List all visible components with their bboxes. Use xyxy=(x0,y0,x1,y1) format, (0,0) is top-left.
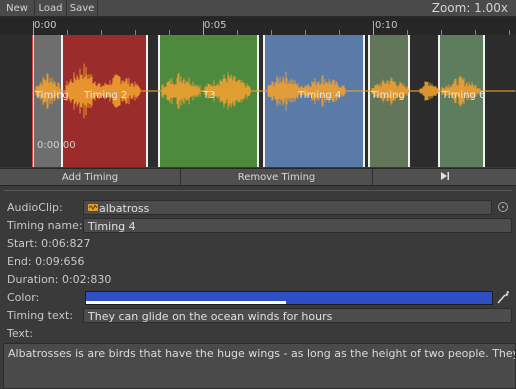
save-button[interactable]: Save xyxy=(67,0,98,17)
region-label: Timing xyxy=(35,90,69,101)
time-readout: 0:00:00 xyxy=(37,140,76,151)
audio-clip-value: albatross xyxy=(99,202,150,215)
tick-label: 0:00 xyxy=(34,20,57,31)
load-button[interactable]: Load xyxy=(35,0,67,17)
tick-label: 0:05 xyxy=(204,20,227,31)
tick-label: 0:10 xyxy=(375,20,398,31)
play-to-end-icon xyxy=(440,172,449,180)
ruler-tick xyxy=(33,21,34,35)
text-area[interactable]: Albatrosses is are birds that have the h… xyxy=(3,343,516,389)
add-timing-button[interactable]: Add Timing xyxy=(0,169,181,186)
ruler-tick xyxy=(203,21,204,35)
remove-timing-button[interactable]: Remove Timing xyxy=(181,169,373,186)
region-label: T3 xyxy=(203,90,216,101)
color-field[interactable] xyxy=(85,291,493,305)
region-label: Timing 2 xyxy=(84,90,128,101)
audio-clip-label: AudioClip: xyxy=(7,201,63,214)
timeline[interactable]: 0:00 0:05 0:10 Timing Timing 2 T3 Timing… xyxy=(0,17,516,167)
timing-button-bar: Add Timing Remove Timing xyxy=(0,168,516,186)
timing-text-field[interactable]: They can glide on the ocean winds for ho… xyxy=(83,308,512,323)
alpha-bar xyxy=(86,301,286,304)
timing-name-label: Timing name: xyxy=(7,219,83,232)
waveform xyxy=(32,63,516,119)
audio-clip-icon xyxy=(88,204,98,211)
ruler-tick xyxy=(373,21,374,35)
region-label: Timing 4 xyxy=(298,90,342,101)
text-label: Text: xyxy=(7,327,33,340)
region-label: Timing xyxy=(371,90,405,101)
play-button[interactable] xyxy=(373,169,516,186)
object-picker-icon[interactable] xyxy=(498,202,508,212)
duration-text: Duration: 0:02:830 xyxy=(7,273,112,286)
timing-name-field[interactable]: Timing 4 xyxy=(83,218,512,233)
time-ruler[interactable]: 0:00 0:05 0:10 xyxy=(0,17,516,35)
region-label: Timing 6 xyxy=(442,90,486,101)
eyedropper-icon[interactable] xyxy=(496,289,510,305)
start-text: Start: 0:06:827 xyxy=(7,237,91,250)
audio-clip-field[interactable]: albatross xyxy=(83,200,492,215)
zoom-label: Zoom: 1.00x xyxy=(431,1,508,15)
new-button[interactable]: New xyxy=(0,0,35,17)
color-label: Color: xyxy=(7,291,40,304)
timing-text-label: Timing text: xyxy=(7,309,74,322)
playhead[interactable] xyxy=(32,35,33,167)
toolbar: New Load Save Zoom: 1.00x xyxy=(0,0,516,17)
divider xyxy=(4,190,512,191)
end-text: End: 0:09:656 xyxy=(7,255,85,268)
